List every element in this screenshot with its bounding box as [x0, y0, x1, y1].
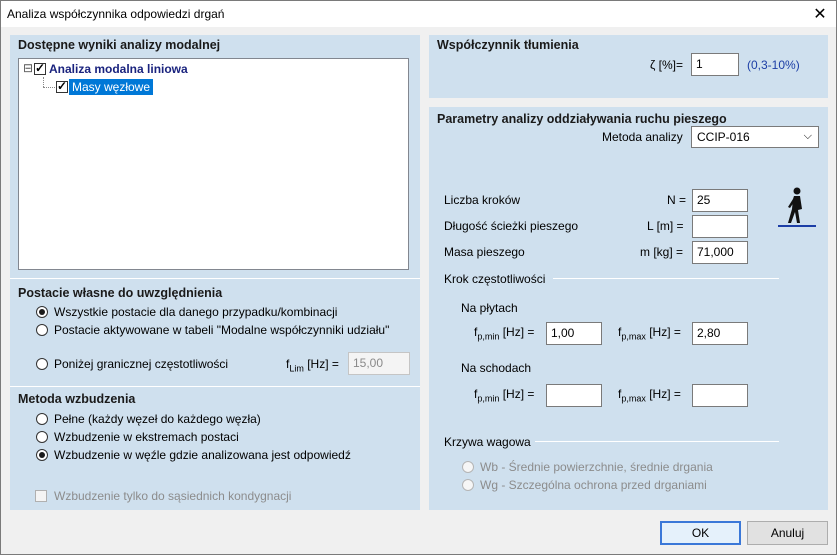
excitation-full-label[interactable]: Pełne (każdy węzeł do każdego węzła) [54, 412, 261, 426]
unit: [Hz] = [502, 387, 535, 401]
modes-below-radio[interactable] [36, 358, 48, 370]
damping-label: ζ [%]= [650, 58, 683, 72]
path-input[interactable] [692, 215, 748, 238]
pedestrian-icon [778, 187, 816, 227]
modes-all-radio[interactable] [36, 306, 48, 318]
excitation-full-radio[interactable] [36, 413, 48, 425]
tree-root-label[interactable]: Analiza modalna liniowa [49, 62, 188, 76]
modes-title: Postacie własne do uwzględnienia [18, 286, 223, 300]
stairs-min-label: fp,min [Hz] = [474, 387, 534, 403]
sub-max: p,max [621, 393, 646, 404]
sub-max: p,max [621, 331, 646, 342]
plates-min-label: fp,min [Hz] = [474, 325, 534, 341]
unit: [Hz] = [649, 325, 681, 339]
plates-min-input[interactable]: 1,00 [546, 322, 602, 345]
excitation-title: Metoda wzbudzenia [18, 392, 136, 406]
method-select[interactable]: CCIP-016 ⌵ [691, 126, 819, 148]
damping-range: (0,3-10%) [747, 58, 800, 72]
stairs-max-input[interactable] [692, 384, 748, 407]
damping-panel: Współczynnik tłumienia ζ [%]= 1 (0,3-10%… [429, 35, 828, 98]
ok-button[interactable]: OK [660, 521, 741, 545]
unit: [Hz] = [502, 325, 535, 339]
weight-separator [535, 441, 779, 442]
plates-max-label: fp,max [Hz] = [618, 325, 681, 341]
separator [10, 278, 420, 279]
path-symbol: L [m] = [647, 219, 684, 233]
modes-below-label[interactable]: Poniżej granicznej częstotliwości [54, 357, 228, 371]
tree-root-checkbox[interactable] [34, 61, 46, 75]
stairs-max-label: fp,max [Hz] = [618, 387, 681, 403]
adjacent-label[interactable]: Wzbudzenie tylko do sąsiednich kondygnac… [54, 489, 291, 503]
modes-all-label[interactable]: Wszystkie postacie dla danego przypadku/… [54, 305, 337, 319]
excitation-node-label[interactable]: Wzbudzenie w węźle gdzie analizowana jes… [54, 448, 351, 462]
steps-label: Liczba kroków [444, 193, 521, 207]
wb-radio[interactable] [462, 461, 474, 473]
modes-activated-radio[interactable] [36, 324, 48, 336]
title-bar: Analiza współczynnika odpowiedzi drgań ✕ [0, 0, 837, 27]
plates-max-input[interactable]: 2,80 [692, 322, 748, 345]
flim-input[interactable]: 15,00 [348, 352, 410, 375]
stairs-title: Na schodach [461, 361, 532, 375]
chevron-down-icon: ⌵ [803, 130, 812, 142]
steps-symbol: N = [667, 193, 687, 207]
tree-connector-h [43, 87, 55, 88]
tree-child-checkbox[interactable] [56, 79, 68, 93]
results-title: Dostępne wyniki analizy modalnej [18, 38, 221, 52]
tree-child-label[interactable]: Masy węzłowe [69, 79, 154, 95]
mass-input[interactable]: 71,000 [692, 241, 748, 264]
damping-input[interactable]: 1 [691, 53, 739, 76]
excitation-extreme-radio[interactable] [36, 431, 48, 443]
excitation-node-radio[interactable] [36, 449, 48, 461]
modal-results-tree[interactable]: ⊟ Analiza modalna liniowa Masy węzłowe [18, 58, 409, 270]
wb-label[interactable]: Wb - Średnie powierzchnie, średnie drgan… [480, 460, 713, 474]
flim-label: fLim [Hz] = [286, 357, 339, 373]
method-value: CCIP-016 [697, 130, 750, 144]
freq-separator [553, 278, 779, 279]
window-title: Analiza współczynnika odpowiedzi drgań [7, 7, 225, 21]
tree-expander-icon[interactable]: ⊟ [23, 61, 33, 75]
flim-unit: [Hz] = [307, 357, 339, 371]
wg-radio[interactable] [462, 479, 474, 491]
steps-input[interactable]: 25 [692, 189, 748, 212]
path-label: Długość ścieżki pieszego [444, 219, 579, 233]
pedestrian-panel: Parametry analizy oddziaływania ruchu pi… [429, 107, 828, 510]
sub-min: p,min [477, 331, 500, 342]
excitation-extreme-label[interactable]: Wzbudzenie w ekstremach postaci [54, 430, 239, 444]
method-label: Metoda analizy [602, 130, 683, 144]
modes-activated-label[interactable]: Postacie aktywowane w tabeli "Modalne ws… [54, 323, 389, 337]
mass-label: Masa pieszego [444, 245, 525, 259]
cancel-button[interactable]: Anuluj [747, 521, 828, 545]
pedestrian-title: Parametry analizy oddziaływania ruchu pi… [437, 112, 727, 126]
dialog-body: Dostępne wyniki analizy modalnej ⊟ Anali… [0, 27, 837, 555]
flim-sub: Lim [289, 363, 304, 374]
plates-title: Na płytach [461, 301, 518, 315]
sub-min: p,min [477, 393, 500, 404]
stairs-min-input[interactable] [546, 384, 602, 407]
adjacent-checkbox[interactable] [35, 490, 47, 502]
unit: [Hz] = [649, 387, 681, 401]
weight-title: Krzywa wagowa [444, 435, 531, 449]
wg-label[interactable]: Wg - Szczególna ochrona przed drganiami [480, 478, 707, 492]
tree-connector [43, 77, 44, 87]
close-icon[interactable]: ✕ [804, 1, 836, 27]
mass-symbol: m [kg] = [640, 245, 684, 259]
freq-title: Krok częstotliwości [444, 272, 546, 286]
left-panel: Dostępne wyniki analizy modalnej ⊟ Anali… [10, 35, 420, 510]
separator [10, 386, 420, 387]
damping-title: Współczynnik tłumienia [437, 38, 579, 52]
